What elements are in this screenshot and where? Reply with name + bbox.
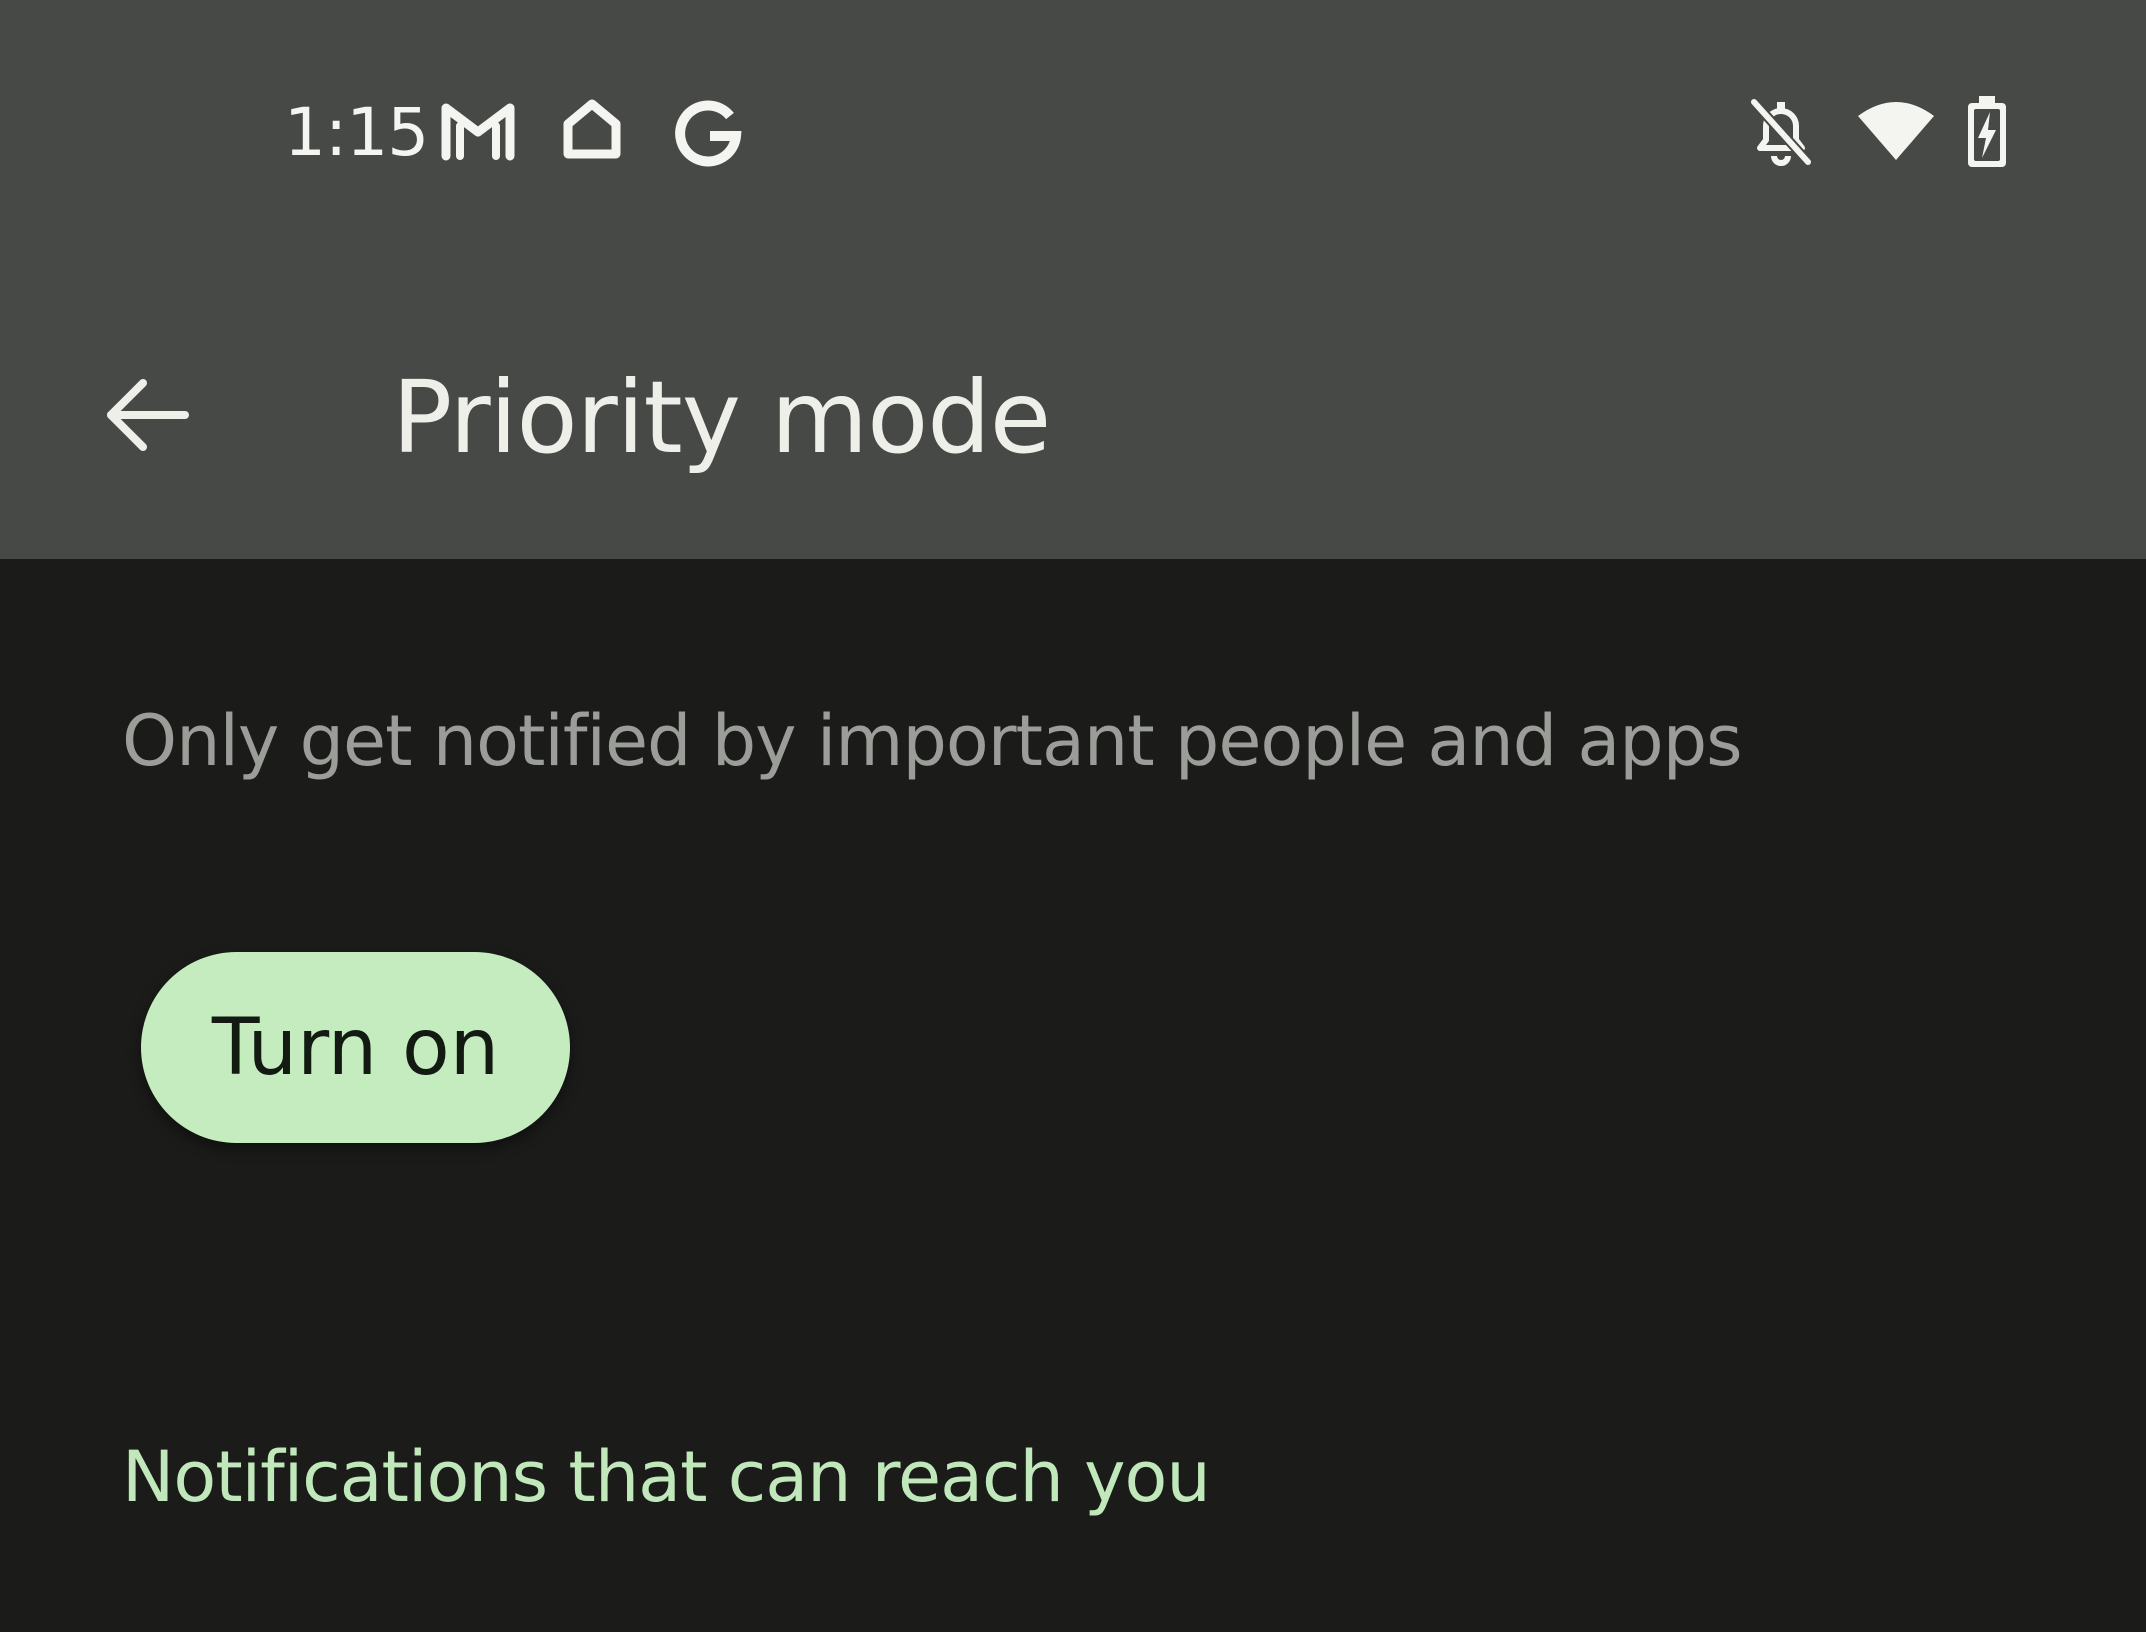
header: 1:15 Priority mode — [0, 0, 2146, 559]
gmail-icon — [441, 103, 515, 161]
battery-charging-icon — [1968, 96, 2006, 167]
google-icon — [675, 100, 742, 167]
arrow-back-icon — [107, 379, 189, 451]
turn-on-label: Turn on — [211, 1002, 500, 1093]
status-bar: 1:15 — [0, 0, 2146, 270]
wifi-icon — [1858, 102, 1934, 160]
home-icon — [563, 99, 621, 159]
page-title: Priority mode — [392, 359, 1051, 476]
back-button[interactable] — [70, 340, 220, 490]
description-text: Only get notified by important people an… — [122, 700, 1743, 782]
app-bar: Priority mode — [0, 300, 2146, 530]
section-heading: Notifications that can reach you — [122, 1436, 1211, 1518]
status-time: 1:15 — [284, 94, 429, 171]
notifications-off-icon — [1750, 98, 1812, 166]
turn-on-button[interactable]: Turn on — [141, 952, 570, 1143]
